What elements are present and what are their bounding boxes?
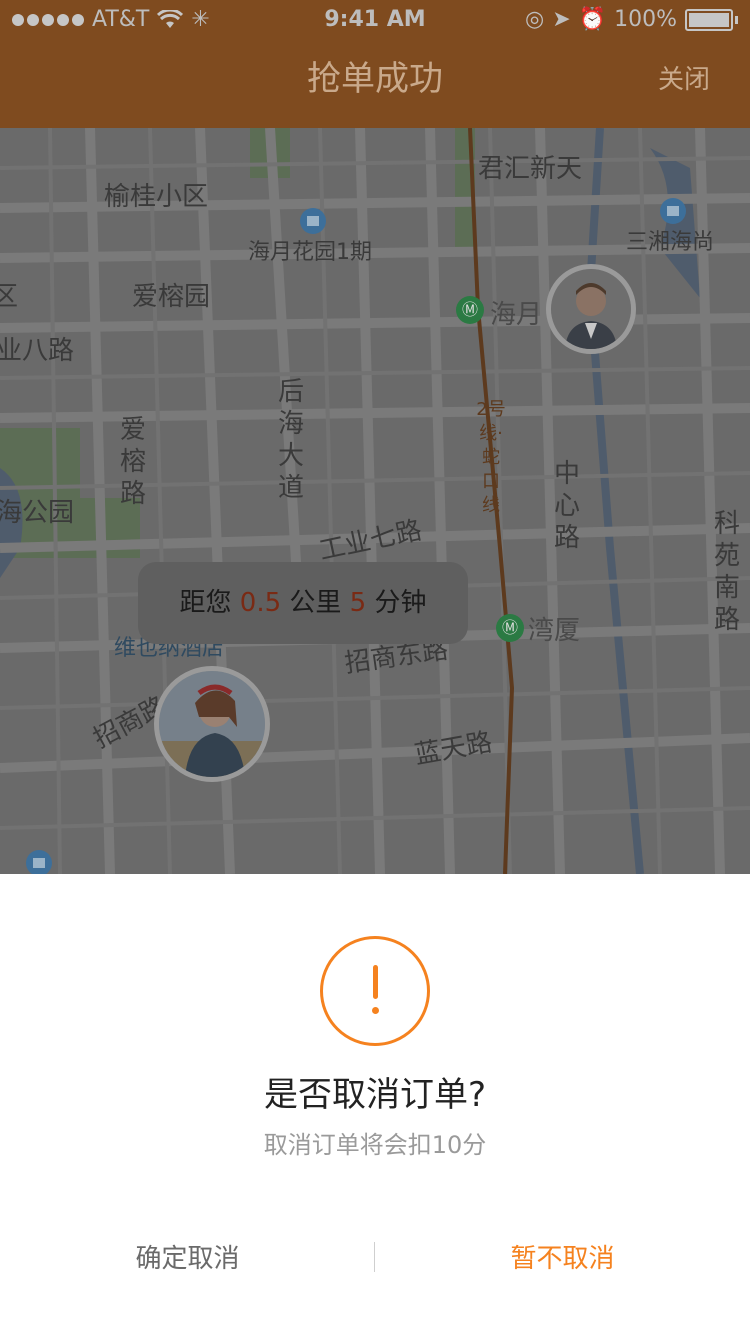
distance-value: 0.5	[239, 588, 282, 618]
person-icon	[159, 671, 265, 777]
map-label-sanxiang: 三湘海尚	[626, 230, 715, 255]
poi-icon	[300, 208, 326, 234]
map-label-houhai-avenue: 后海大道	[277, 377, 304, 503]
map-label-airong-garden: 爱榕园	[132, 282, 211, 312]
keep-order-button[interactable]: 暂不取消	[375, 1234, 750, 1284]
status-bar: AT&T ✳ 9:41 AM ◎ ➤ ⏰ 100%	[0, 0, 750, 40]
eta-unit: 分钟	[366, 588, 427, 618]
person-icon	[551, 269, 631, 349]
map-label-ye-ba-road: 业八路	[0, 336, 75, 366]
map-label-junhui: 君汇新天	[478, 154, 583, 184]
status-right: ◎ ➤ ⏰ 100%	[525, 0, 738, 40]
lock-rotation-icon: ◎	[525, 7, 545, 32]
metro-icon: Ⓜ	[496, 614, 524, 642]
map-label-yugui: 榆桂小区	[104, 182, 209, 212]
map-label-haiyue-station: 海月	[490, 300, 543, 330]
map-view[interactable]: 榆桂小区 君汇新天 海月花园1期 三湘海尚 爱榕园 区 业八路 Ⓜ 海月 后海大…	[0, 128, 750, 874]
map-label-left-edge: 区	[0, 282, 19, 312]
map-label-zhongxin-road: 中心路	[553, 459, 580, 553]
dialog-message: 取消订单将会扣10分	[263, 1131, 487, 1159]
dialog-title: 是否取消订单?	[263, 1075, 487, 1115]
metro-icon: Ⓜ	[456, 296, 484, 324]
distance-tooltip: 距您 0.5 公里 5 分钟	[138, 562, 468, 644]
confirm-cancel-button[interactable]: 确定取消	[0, 1234, 375, 1284]
location-arrow-icon: ➤	[552, 7, 571, 32]
page-title: 抢单成功	[307, 59, 443, 99]
poi-icon	[26, 850, 52, 874]
map-label-wanxia-station: 湾厦	[528, 616, 581, 646]
driver-avatar[interactable]	[546, 264, 636, 354]
poi-icon	[660, 198, 686, 224]
map-label-line2: 2号线·蛇口线	[476, 399, 506, 516]
distance-unit: 公里	[281, 588, 350, 618]
battery-tip	[735, 16, 738, 24]
exclamation-icon	[320, 936, 430, 1046]
battery-percent: 100%	[614, 7, 677, 32]
distance-prefix: 距您	[179, 588, 240, 618]
battery-icon	[685, 9, 733, 31]
map-label-airong-road: 爱榕路	[119, 415, 146, 509]
passenger-avatar[interactable]	[154, 666, 270, 782]
map-label-haigong-park: 海公园	[0, 498, 75, 528]
alarm-icon: ⏰	[578, 7, 607, 32]
map-label-haiyue-garden: 海月花园1期	[248, 240, 372, 265]
close-button[interactable]: 关闭	[658, 62, 710, 98]
map-label-kejinan-road: 科苑南路	[713, 509, 740, 635]
eta-minutes: 5	[349, 588, 367, 618]
cancel-order-dialog: 是否取消订单? 取消订单将会扣10分 确定取消 暂不取消	[0, 874, 750, 1334]
top-bar: AT&T ✳ 9:41 AM ◎ ➤ ⏰ 100% 抢单成功 关闭	[0, 0, 750, 128]
